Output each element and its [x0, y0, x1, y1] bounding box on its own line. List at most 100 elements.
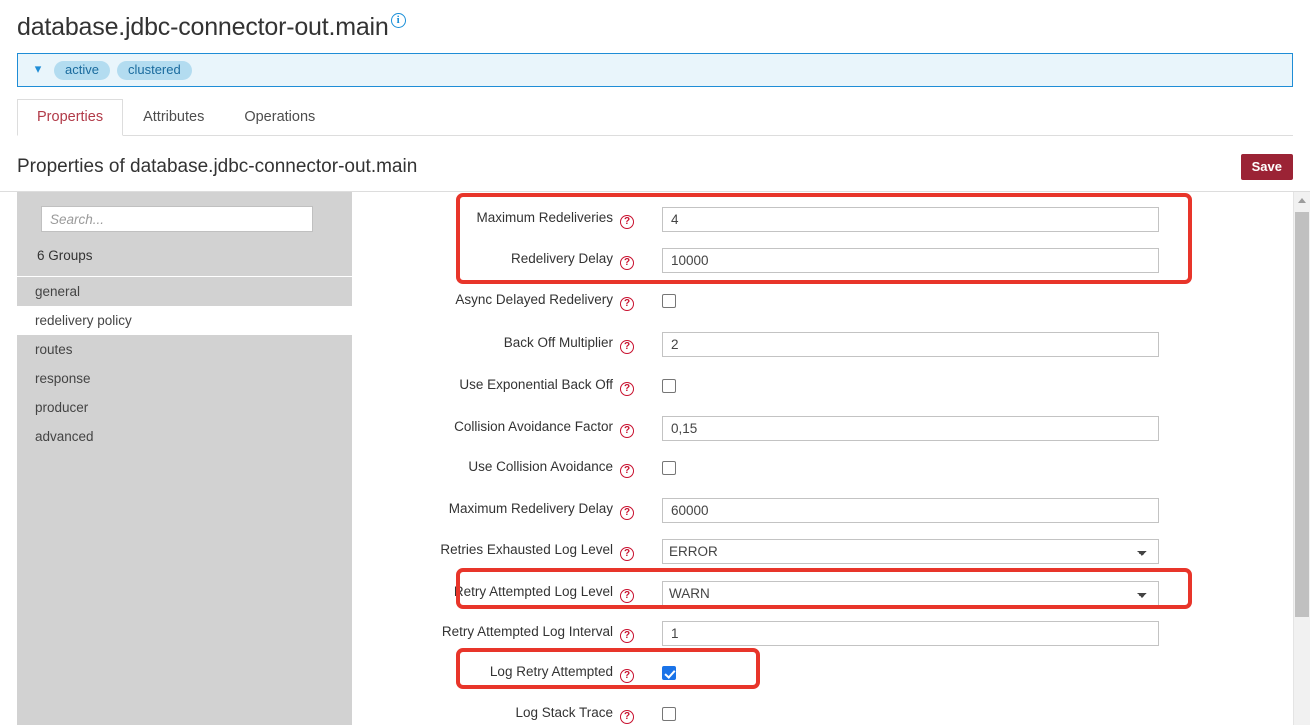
form-label: Maximum Redeliveries?	[352, 210, 634, 229]
help-icon[interactable]: ?	[620, 589, 634, 603]
tab-attributes[interactable]: Attributes	[123, 99, 224, 136]
form-row: Back Off Multiplier?	[352, 333, 1310, 355]
text-input[interactable]	[662, 621, 1159, 646]
form-row: Retries Exhausted Log Level? ERRORWARNINF…	[352, 540, 1310, 562]
help-icon[interactable]: ?	[620, 506, 634, 520]
form-row: Maximum Redelivery Delay?	[352, 499, 1310, 521]
info-icon[interactable]: i	[391, 13, 406, 28]
sidebar-item-redelivery-policy[interactable]: redelivery policy	[17, 306, 352, 335]
form-label: Retry Attempted Log Interval?	[352, 624, 634, 643]
text-input[interactable]	[662, 207, 1159, 232]
form-label: Log Stack Trace?	[352, 705, 634, 724]
select-input[interactable]: ERRORWARNINFODEBUGTRACEOFF	[662, 581, 1159, 606]
field-wrap	[662, 416, 1159, 441]
form-row: Maximum Redeliveries?	[352, 208, 1310, 230]
help-icon[interactable]: ?	[620, 215, 634, 229]
form-label-text: Retries Exhausted Log Level	[440, 542, 613, 557]
scrollbar-thumb[interactable]	[1295, 212, 1309, 617]
field-wrap: ERRORWARNINFODEBUGTRACEOFF	[662, 581, 1159, 606]
help-icon[interactable]: ?	[620, 629, 634, 643]
tab-operations[interactable]: Operations	[224, 99, 335, 136]
form-row: Collision Avoidance Factor?	[352, 417, 1310, 439]
help-icon[interactable]: ?	[620, 382, 634, 396]
status-badge-active: active	[54, 61, 110, 80]
form-row: Retry Attempted Log Interval?	[352, 622, 1310, 644]
sidebar-item-response[interactable]: response	[17, 364, 352, 393]
status-badge-clustered: clustered	[117, 61, 192, 80]
form-label-text: Back Off Multiplier	[504, 335, 613, 350]
help-icon[interactable]: ?	[620, 256, 634, 270]
form-label: Log Retry Attempted?	[352, 664, 634, 683]
checkbox-input[interactable]	[662, 379, 676, 393]
form-label-text: Async Delayed Redelivery	[455, 292, 613, 307]
form-row: Redelivery Delay?	[352, 249, 1310, 271]
search-input[interactable]	[41, 206, 313, 232]
checkbox-input[interactable]	[662, 707, 676, 721]
section-heading: Properties of database.jdbc-connector-ou…	[17, 155, 417, 179]
field-wrap	[662, 461, 676, 475]
page-title-row: database.jdbc-connector-out.main i	[17, 12, 406, 42]
form-label: Back Off Multiplier?	[352, 335, 634, 354]
field-wrap	[662, 248, 1159, 273]
field-wrap	[662, 294, 676, 308]
help-icon[interactable]: ?	[620, 547, 634, 561]
content-area: 6 Groups general redelivery policy route…	[0, 191, 1310, 725]
help-icon[interactable]: ?	[620, 464, 634, 478]
status-alert-bar: ▾ active clustered	[17, 53, 1293, 87]
chevron-down-icon[interactable]: ▾	[30, 62, 46, 78]
form-label-text: Collision Avoidance Factor	[454, 419, 613, 434]
help-icon[interactable]: ?	[620, 710, 634, 724]
vertical-scrollbar[interactable]	[1293, 192, 1310, 725]
form-row: Use Collision Avoidance?	[352, 457, 1310, 479]
groups-sidebar: 6 Groups general redelivery policy route…	[17, 192, 352, 725]
sidebar-item-producer[interactable]: producer	[17, 393, 352, 422]
tab-properties[interactable]: Properties	[17, 99, 123, 136]
text-input[interactable]	[662, 416, 1159, 441]
field-wrap	[662, 207, 1159, 232]
field-wrap	[662, 666, 676, 680]
scroll-up-arrow-icon[interactable]	[1294, 192, 1310, 209]
form-label-text: Retry Attempted Log Level	[454, 584, 613, 599]
groups-count-label: 6 Groups	[17, 232, 352, 276]
group-list: general redelivery policy routes respons…	[17, 276, 352, 451]
checkbox-input[interactable]	[662, 461, 676, 475]
sidebar-item-advanced[interactable]: advanced	[17, 422, 352, 451]
text-input[interactable]	[662, 248, 1159, 273]
field-wrap	[662, 332, 1159, 357]
checkbox-input[interactable]	[662, 666, 676, 680]
form-row: Log Stack Trace?	[352, 703, 1310, 725]
form-label: Retries Exhausted Log Level?	[352, 542, 634, 561]
field-wrap	[662, 707, 676, 721]
form-label-text: Use Exponential Back Off	[459, 377, 613, 392]
form-label: Collision Avoidance Factor?	[352, 419, 634, 438]
form-label: Maximum Redelivery Delay?	[352, 501, 634, 520]
help-icon[interactable]: ?	[620, 669, 634, 683]
form-row: Retry Attempted Log Level? ERRORWARNINFOD…	[352, 582, 1310, 604]
form-label-text: Redelivery Delay	[511, 251, 613, 266]
page-title: database.jdbc-connector-out.main	[17, 12, 389, 42]
field-wrap	[662, 379, 676, 393]
form-label: Redelivery Delay?	[352, 251, 634, 270]
form-label-text: Log Stack Trace	[515, 705, 613, 720]
sidebar-search-wrap	[17, 192, 352, 232]
help-icon[interactable]: ?	[620, 297, 634, 311]
sidebar-item-general[interactable]: general	[17, 277, 352, 306]
form-label-text: Log Retry Attempted	[490, 664, 613, 679]
form-label: Use Exponential Back Off?	[352, 377, 634, 396]
form-label-text: Maximum Redeliveries	[476, 210, 613, 225]
form-row: Async Delayed Redelivery?	[352, 290, 1310, 312]
text-input[interactable]	[662, 332, 1159, 357]
form-label: Async Delayed Redelivery?	[352, 292, 634, 311]
form-label: Use Collision Avoidance?	[352, 459, 634, 478]
text-input[interactable]	[662, 498, 1159, 523]
form-label-text: Maximum Redelivery Delay	[449, 501, 613, 516]
select-input[interactable]: ERRORWARNINFODEBUGTRACEOFF	[662, 539, 1159, 564]
sidebar-item-routes[interactable]: routes	[17, 335, 352, 364]
form-row: Use Exponential Back Off?	[352, 375, 1310, 397]
form-row: Log Retry Attempted?	[352, 662, 1310, 684]
help-icon[interactable]: ?	[620, 340, 634, 354]
help-icon[interactable]: ?	[620, 424, 634, 438]
form-label-text: Use Collision Avoidance	[468, 459, 613, 474]
save-button[interactable]: Save	[1241, 154, 1293, 180]
checkbox-input[interactable]	[662, 294, 676, 308]
